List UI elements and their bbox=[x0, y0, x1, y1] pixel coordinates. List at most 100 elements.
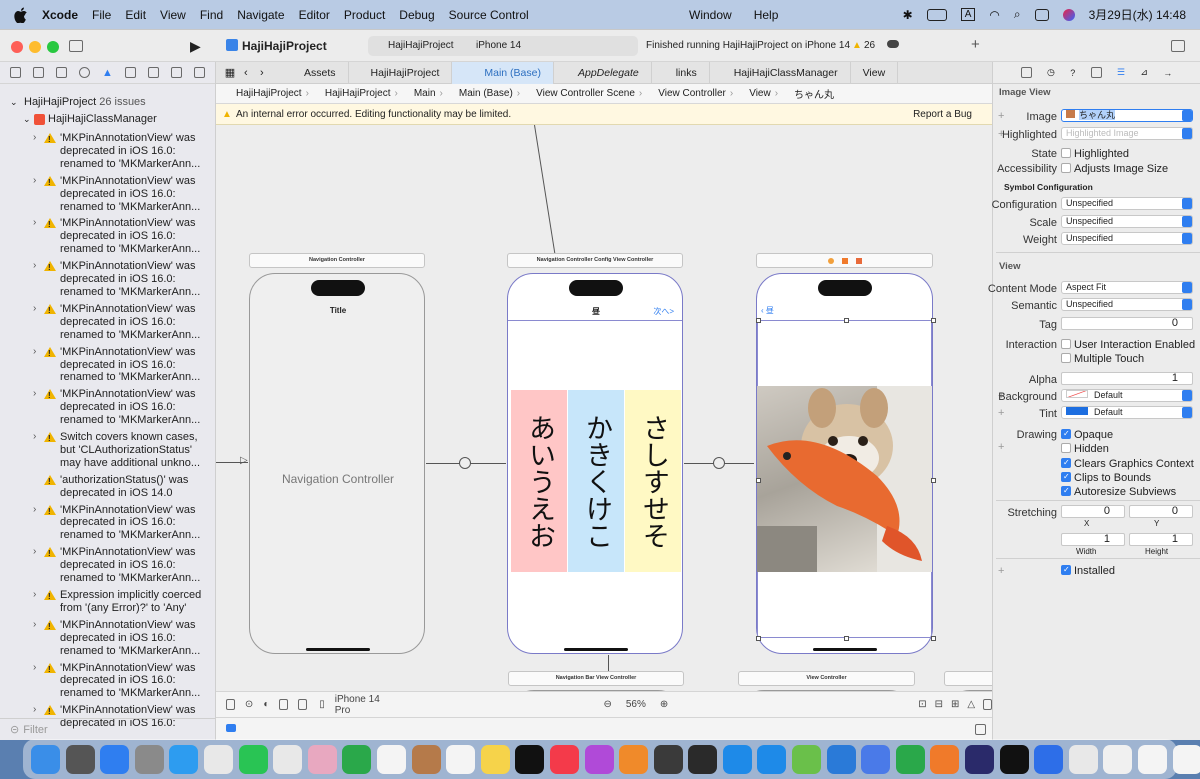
issue-row[interactable]: › 'MKPinAnnotationView' was deprecated in… bbox=[0, 619, 215, 658]
disclosure-icon[interactable]: › bbox=[33, 704, 36, 717]
identity-icon[interactable] bbox=[1090, 67, 1102, 78]
appearance-icon[interactable]: ◐ bbox=[263, 699, 269, 710]
menu-editor[interactable]: Editor bbox=[299, 8, 330, 22]
disclosure-icon[interactable]: › bbox=[33, 260, 36, 273]
crumb-main[interactable]: Main bbox=[402, 88, 436, 99]
cloud-icon[interactable] bbox=[887, 40, 899, 48]
installed-checkbox[interactable] bbox=[1061, 565, 1071, 575]
history-icon[interactable]: ◷ bbox=[1047, 67, 1055, 78]
crumb-scene[interactable]: View Controller Scene bbox=[524, 88, 635, 99]
issue-row[interactable]: › 'MKPinAnnotationView' was deprecated in… bbox=[0, 662, 215, 701]
navigation-controller-scene[interactable]: Title Navigation Controller bbox=[249, 273, 425, 654]
clears-context-checkbox[interactable] bbox=[1061, 458, 1071, 468]
dock-app-icon[interactable] bbox=[273, 744, 303, 774]
segue-icon[interactable] bbox=[459, 457, 471, 469]
resize-handle[interactable] bbox=[931, 636, 936, 641]
close-button[interactable] bbox=[11, 41, 23, 53]
disclosure-icon[interactable]: › bbox=[33, 589, 36, 602]
debug-icon[interactable] bbox=[147, 67, 159, 78]
test-icon[interactable] bbox=[124, 67, 136, 78]
dock-app-icon[interactable] bbox=[722, 744, 752, 774]
resize-handle[interactable] bbox=[756, 636, 761, 641]
dock-app-icon[interactable] bbox=[999, 744, 1029, 774]
dock-app-icon[interactable] bbox=[826, 744, 856, 774]
input-mode-icon[interactable]: A bbox=[960, 8, 976, 21]
resolve-icon[interactable]: △ bbox=[967, 699, 975, 710]
weight-popup[interactable]: Unspecified bbox=[1061, 232, 1193, 245]
adjusts-size-checkbox[interactable] bbox=[1061, 163, 1071, 173]
issue-row[interactable]: › Switch covers known cases, but 'CLAutho… bbox=[0, 431, 215, 470]
scene-header[interactable] bbox=[756, 253, 933, 268]
scene-header[interactable]: Navigation Bar View Controller bbox=[508, 671, 684, 686]
resize-handle[interactable] bbox=[756, 478, 761, 483]
menu-view[interactable]: View bbox=[160, 8, 186, 22]
dock-app-icon[interactable] bbox=[134, 744, 164, 774]
dock-app-icon[interactable] bbox=[1068, 744, 1098, 774]
minimize-button[interactable] bbox=[29, 41, 41, 53]
crumb-project[interactable]: HajiHajiProject bbox=[224, 88, 302, 99]
siri-icon[interactable] bbox=[1062, 8, 1075, 21]
issue-row[interactable]: › 'MKPinAnnotationView' was deprecated in… bbox=[0, 260, 215, 299]
add-variation-icon[interactable]: + bbox=[998, 565, 1004, 577]
tab-links[interactable]: links bbox=[652, 61, 710, 84]
disclosure-icon[interactable]: › bbox=[33, 431, 36, 444]
inspector-toggle-icon[interactable] bbox=[1171, 40, 1185, 52]
multiple-touch-checkbox[interactable] bbox=[1061, 353, 1071, 363]
first-responder-icon[interactable] bbox=[827, 258, 834, 264]
device-icon[interactable]: ▯ bbox=[319, 699, 325, 710]
disclosure-icon[interactable]: › bbox=[33, 175, 36, 188]
add-variation-icon[interactable]: + bbox=[998, 441, 1004, 453]
zoom-button[interactable] bbox=[47, 41, 59, 53]
back-icon[interactable]: ‹ bbox=[244, 67, 260, 79]
symbol-icon[interactable] bbox=[56, 67, 67, 78]
warning-icon[interactable]: ▲ bbox=[852, 40, 862, 51]
scheme-name[interactable]: HajiHajiProject bbox=[388, 40, 454, 51]
disclosure-icon[interactable]: › bbox=[33, 217, 36, 230]
disclosure-icon[interactable]: › bbox=[33, 132, 36, 145]
stretch-x-field[interactable]: 0 bbox=[1061, 505, 1125, 518]
dock-app-icon[interactable] bbox=[31, 744, 60, 774]
resize-handle[interactable] bbox=[931, 478, 936, 483]
tab-main-base[interactable]: Main (Base) bbox=[452, 61, 554, 84]
dock-app-icon[interactable] bbox=[965, 744, 995, 774]
resize-handle[interactable] bbox=[931, 318, 936, 323]
dock-app-icon[interactable] bbox=[1172, 744, 1200, 774]
wifi-icon[interactable]: ◠ bbox=[989, 8, 999, 22]
menu-navigate[interactable]: Navigate bbox=[237, 8, 284, 22]
issue-row[interactable]: › Expression implicitly coerced from '(an… bbox=[0, 589, 215, 615]
dock-app-icon[interactable] bbox=[653, 744, 683, 774]
config-view-controller-scene[interactable]: 昼 次へ> あいうえお かきくけこ さしすせそ bbox=[507, 273, 683, 654]
background-popup[interactable]: Default bbox=[1061, 389, 1193, 402]
dock-app-icon[interactable] bbox=[65, 744, 95, 774]
issue-row[interactable]: › 'MKPinAnnotationView' was deprecated in… bbox=[0, 217, 215, 256]
highlighted-checkbox[interactable] bbox=[1061, 148, 1071, 158]
user-interaction-checkbox[interactable] bbox=[1061, 339, 1071, 349]
tab-view[interactable]: View bbox=[851, 61, 899, 84]
tab-project[interactable]: HajiHajiProject bbox=[349, 61, 453, 84]
device-name[interactable]: iPhone 14 bbox=[476, 40, 521, 51]
hidden-checkbox[interactable] bbox=[1061, 443, 1071, 453]
exit-icon[interactable] bbox=[855, 258, 862, 264]
dock-app-icon[interactable] bbox=[549, 744, 579, 774]
orientation-icon[interactable] bbox=[279, 699, 289, 710]
pin-icon[interactable]: ⊞ bbox=[951, 699, 959, 710]
menu-window[interactable]: Window bbox=[689, 8, 732, 22]
dock-app-icon[interactable] bbox=[169, 744, 199, 774]
view-controller-icon[interactable] bbox=[841, 258, 848, 264]
tab-classmanager[interactable]: HajiHajiClassManager bbox=[710, 61, 851, 84]
menu-product[interactable]: Product bbox=[344, 8, 385, 22]
file-inspector-icon[interactable] bbox=[1020, 67, 1032, 78]
run-button[interactable]: ▶ bbox=[190, 38, 201, 55]
back-button[interactable]: ‹ 昼 bbox=[761, 305, 774, 316]
connections-icon[interactable]: → bbox=[1163, 68, 1172, 78]
crumb-view-controller[interactable]: View Controller bbox=[646, 88, 726, 99]
filter-icon[interactable]: ⊝ bbox=[10, 723, 19, 736]
forward-icon[interactable]: › bbox=[260, 67, 276, 79]
dock-app-icon[interactable] bbox=[619, 744, 649, 774]
scale-popup[interactable]: Unspecified bbox=[1061, 215, 1193, 228]
dock-app-icon[interactable] bbox=[861, 744, 891, 774]
align-icon[interactable]: ⊟ bbox=[935, 699, 943, 710]
debug-toggle-icon[interactable] bbox=[226, 724, 236, 732]
disclosure-icon[interactable]: ⌄ bbox=[10, 96, 18, 109]
dock-app-icon[interactable] bbox=[342, 744, 372, 774]
